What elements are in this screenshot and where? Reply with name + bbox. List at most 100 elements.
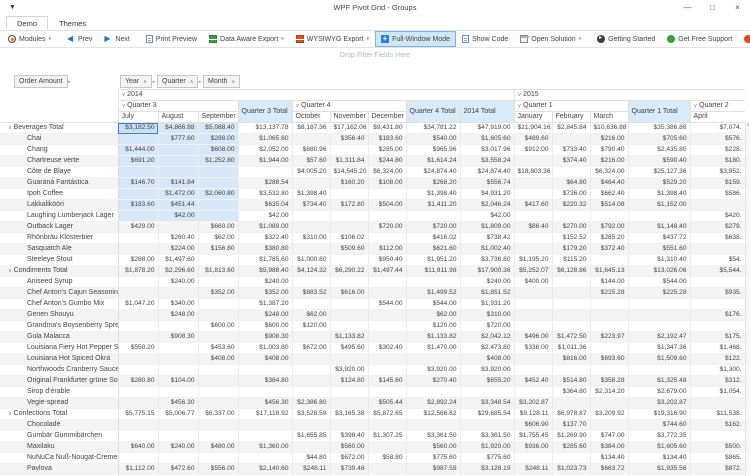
pivot-cell[interactable]: $3,202.87 (514, 398, 552, 409)
pivot-cell[interactable] (158, 453, 198, 464)
collapse-icon[interactable]: ∨ (518, 92, 524, 98)
pivot-cell[interactable] (198, 299, 238, 310)
pivot-cell[interactable]: $3,920.00 (330, 365, 368, 376)
prev-button[interactable]: Prev (61, 31, 98, 47)
filter-drop-zone[interactable]: Drop Filter Fields Here (0, 52, 750, 66)
pivot-cell[interactable] (198, 398, 238, 409)
pivot-cell[interactable] (330, 211, 368, 222)
pivot-cell[interactable]: $6,324.00 (590, 167, 628, 178)
pivot-cell[interactable]: $2,679.00 (628, 387, 690, 398)
pivot-cell[interactable]: $1,813.60 (198, 266, 238, 277)
pivot-cell[interactable] (238, 420, 292, 431)
pivot-cell[interactable]: $248.11 (514, 464, 552, 475)
pivot-cell[interactable] (158, 354, 198, 365)
pivot-cell[interactable]: $134.40 (590, 453, 628, 464)
pivot-cell[interactable]: $356.40 (330, 134, 368, 145)
pivot-cell[interactable]: $216.00 (590, 156, 628, 167)
pivot-cell[interactable]: $285.20 (590, 233, 628, 244)
pivot-cell[interactable] (198, 365, 238, 376)
pivot-cell[interactable]: $1,655.85 (292, 431, 330, 442)
pivot-cell[interactable]: $3,952. (690, 167, 745, 178)
pivot-cell[interactable] (158, 222, 198, 233)
pivot-cell[interactable]: $606.90 (514, 420, 552, 431)
pivot-cell[interactable] (158, 365, 198, 376)
collapse-icon[interactable]: ∨ (122, 103, 128, 109)
pivot-cell[interactable]: $544.00 (406, 299, 460, 310)
product-row-label[interactable]: Laughing Lumberjack Lager (0, 211, 118, 222)
month-column-header[interactable]: February (552, 112, 590, 123)
pivot-cell[interactable]: $5,775.15 (118, 409, 158, 420)
pivot-cell[interactable] (330, 420, 368, 431)
pivot-cell[interactable]: $4,866.88 (158, 123, 198, 134)
pivot-cell[interactable]: $64.80 (552, 178, 590, 189)
pivot-cell[interactable]: $660.00 (198, 222, 238, 233)
vertical-scrollbar[interactable]: ∧ (745, 122, 750, 476)
pivot-cell[interactable] (590, 398, 628, 409)
pivot-cell[interactable]: $384.00 (590, 442, 628, 453)
getting-started-button[interactable]: Getting Started (591, 31, 661, 47)
pivot-cell[interactable] (368, 233, 406, 244)
pivot-cell[interactable]: $1,444.00 (118, 145, 158, 156)
pivot-cell[interactable]: $1,398.40 (406, 189, 460, 200)
pivot-cell[interactable]: $408.00 (198, 354, 238, 365)
pivot-cell[interactable] (690, 321, 745, 332)
pivot-cell[interactable] (590, 365, 628, 376)
pivot-cell[interactable]: $248.00 (158, 310, 198, 321)
pivot-cell[interactable]: $1,054. (690, 387, 745, 398)
pivot-cell[interactable]: $1,785.60 (238, 255, 292, 266)
pivot-cell[interactable]: $13,026.06 (628, 266, 690, 277)
pivot-cell[interactable]: $58.80 (368, 453, 406, 464)
pivot-cell[interactable] (330, 277, 368, 288)
pivot-cell[interactable] (368, 321, 406, 332)
pivot-cell[interactable]: $551.60 (628, 244, 690, 255)
pivot-cell[interactable]: $560.00 (330, 442, 368, 453)
pivot-cell[interactable] (330, 321, 368, 332)
tab-demo[interactable]: Demo (6, 16, 48, 30)
pivot-cell[interactable]: $115.20 (552, 255, 590, 266)
pivot-cell[interactable]: $183.60 (118, 200, 158, 211)
pivot-cell[interactable]: $514.80 (552, 376, 590, 387)
pivot-cell[interactable] (514, 354, 552, 365)
pivot-cell[interactable]: $175. (690, 332, 745, 343)
pivot-cell[interactable] (238, 431, 292, 442)
pivot-cell[interactable] (514, 387, 552, 398)
pivot-cell[interactable]: $3,528.59 (292, 409, 330, 420)
pivot-cell[interactable]: $1,347.36 (628, 343, 690, 354)
pivot-cell[interactable]: $172.80 (330, 200, 368, 211)
pivot-cell[interactable]: $225.28 (590, 288, 628, 299)
category-total-row-label[interactable]: ∨ Beverages Total (0, 123, 118, 134)
pivot-cell[interactable]: $374.40 (552, 156, 590, 167)
pivot-cell[interactable] (330, 145, 368, 156)
pivot-cell[interactable]: $1,920.00 (460, 442, 514, 453)
year-group-header[interactable]: ∨ 2014 (118, 90, 514, 101)
pivot-cell[interactable] (198, 277, 238, 288)
pivot-cell[interactable]: $1,065.60 (238, 134, 292, 145)
pivot-cell[interactable]: $2,046.24 (460, 200, 514, 211)
pivot-cell[interactable]: $505.44 (368, 398, 406, 409)
pivot-cell[interactable]: $3,202.87 (628, 398, 690, 409)
pivot-cell[interactable] (552, 167, 590, 178)
pivot-cell[interactable]: $12,566.62 (406, 409, 460, 420)
maximize-button[interactable]: □ (700, 0, 725, 15)
pivot-cell[interactable]: $384.80 (238, 376, 292, 387)
pivot-cell[interactable]: $260.40 (158, 233, 198, 244)
pivot-cell[interactable] (590, 420, 628, 431)
product-row-label[interactable]: Sasquatch Ale (0, 244, 118, 255)
pivot-cell[interactable]: $775.60 (406, 453, 460, 464)
pivot-cell[interactable]: $2,845.84 (552, 123, 590, 134)
pivot-cell[interactable]: $693.60 (590, 354, 628, 365)
pivot-cell[interactable] (406, 354, 460, 365)
pivot-cell[interactable]: $1,387.20 (238, 299, 292, 310)
pivot-cell[interactable]: $141.84 (158, 178, 198, 189)
pivot-cell[interactable]: $285.60 (552, 442, 590, 453)
pivot-cell[interactable] (292, 365, 330, 376)
pivot-cell[interactable] (590, 211, 628, 222)
total-column-header[interactable]: 2014 Total (460, 101, 514, 123)
full-window-mode-button[interactable]: Full-Window Mode (375, 31, 456, 47)
pivot-cell[interactable]: $62.00 (406, 310, 460, 321)
product-row-label[interactable]: Steeleye Stout (0, 255, 118, 266)
pivot-cell[interactable]: $734.40 (292, 200, 330, 211)
pivot-cell[interactable]: $663.72 (590, 464, 628, 475)
pivot-cell[interactable] (118, 453, 158, 464)
pivot-cell[interactable] (368, 354, 406, 365)
